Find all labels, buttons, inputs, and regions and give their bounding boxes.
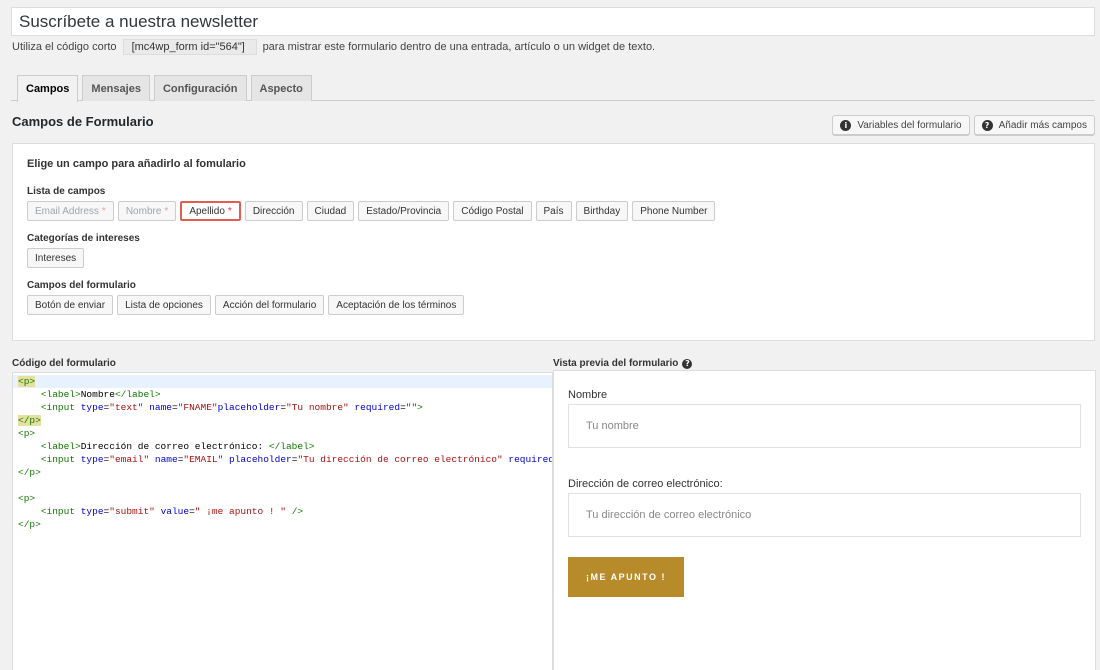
code-line: <label>Dirección de correo electrónico: … (40, 441, 315, 452)
section-title: Campos de Formulario (12, 114, 154, 129)
field-chooser-panel: Elige un campo para añadirlo al fomulari… (12, 143, 1095, 341)
code-line: </p> (18, 467, 41, 478)
field-button-nombre[interactable]: Nombre * (117, 201, 177, 221)
form-fields-list: Botón de enviar Lista de opciones Acción… (27, 295, 1080, 315)
required-asterisk: * (101, 205, 106, 217)
code-label: Código del formulario (12, 358, 116, 369)
field-button-intereses[interactable]: Intereses (27, 248, 85, 268)
form-variables-button[interactable]: i Variables del formulario (832, 115, 970, 135)
add-more-fields-button[interactable]: ? Añadir más campos (973, 115, 1095, 135)
code-line: </p> (18, 519, 41, 530)
code-line: <input type="text" name="FNAME"placehold… (40, 402, 423, 413)
section-actions: i Variables del formulario ? Añadir más … (832, 115, 1095, 135)
preview-label: Vista previa del formulario (553, 358, 679, 369)
required-asterisk: * (227, 205, 232, 217)
preview-name-input[interactable]: Tu nombre (568, 404, 1081, 448)
field-button-label: Email Address (35, 205, 99, 217)
form-code-editor[interactable]: <p> <label>Nombre</label> <input type="t… (12, 372, 553, 670)
panel-heading: Elige un campo para añadirlo al fomulari… (27, 158, 246, 170)
question-icon: ? (981, 119, 993, 131)
form-fields-label: Campos del formulario (27, 280, 136, 291)
field-button-form-action[interactable]: Acción del formulario (214, 295, 325, 315)
required-asterisk: * (164, 205, 169, 217)
code-line: </p> (18, 415, 41, 426)
shortcode-prefix: Utiliza el código corto (12, 41, 117, 53)
shortcode-suffix: para mistrar este formulario dentro de u… (262, 41, 656, 53)
preview-submit-button[interactable]: ¡ME APUNTO ! (568, 557, 684, 597)
code-line: <input type="submit" value=" ¡me apunto … (40, 506, 304, 517)
field-button-estado-provincia[interactable]: Estado/Provincia (358, 201, 450, 221)
field-button-email-address[interactable]: Email Address * (27, 201, 114, 221)
tab-configuracion[interactable]: Configuración (153, 75, 247, 101)
code-line: <p> (13, 375, 552, 388)
shortcode-row: Utiliza el código corto [mc4wp_form id="… (12, 38, 655, 56)
interests-list: Intereses (27, 248, 1080, 268)
code-line: <p> (18, 493, 36, 504)
field-button-label: Apellido (189, 205, 225, 217)
tab-aspecto[interactable]: Aspecto (250, 75, 312, 101)
field-button-codigo-postal[interactable]: Código Postal (453, 201, 532, 221)
field-button-submit[interactable]: Botón de enviar (27, 295, 114, 315)
tab-campos[interactable]: Campos (17, 75, 79, 102)
preview-email-label: Dirección de correo electrónico: (568, 478, 723, 490)
field-button-label: Nombre (125, 205, 162, 217)
code-line: <p> (18, 428, 36, 439)
tab-bar: Campos Mensajes Configuración Aspecto (11, 75, 1095, 102)
code-line: <label>Nombre</label> (40, 389, 161, 400)
interests-label: Categorías de intereses (27, 233, 140, 244)
field-list: Email Address * Nombre * Apellido * Direcci… (27, 201, 1080, 221)
field-button-choices[interactable]: Lista de opciones (117, 295, 211, 315)
form-variables-label: Variables del formulario (857, 119, 962, 131)
add-more-fields-label: Añadir más campos (998, 119, 1087, 131)
help-icon[interactable]: ? (682, 358, 693, 369)
form-title-input[interactable]: Suscríbete a nuestra newsletter (11, 7, 1095, 36)
shortcode-input[interactable]: [mc4wp_form id="564"] (122, 39, 257, 55)
field-list-label: Lista de campos (27, 186, 106, 197)
preview-label-row: Vista previa del formulario ? (553, 358, 693, 369)
field-button-apellido[interactable]: Apellido * (180, 201, 241, 221)
code-line: <input type="email" name="EMAIL" placeho… (40, 454, 553, 465)
preview-email-input[interactable]: Tu dirección de correo electrónico (568, 493, 1081, 537)
field-button-terms[interactable]: Aceptación de los términos (328, 295, 465, 315)
field-button-pais[interactable]: País (535, 201, 572, 221)
form-preview: Nombre Tu nombre Dirección de correo ele… (553, 370, 1096, 670)
field-button-birthday[interactable]: Birthday (575, 201, 629, 221)
preview-name-label: Nombre (568, 389, 608, 401)
field-button-ciudad[interactable]: Ciudad (306, 201, 355, 221)
field-button-phone-number[interactable]: Phone Number (632, 201, 716, 221)
tab-mensajes[interactable]: Mensajes (82, 75, 150, 101)
info-icon: i (840, 119, 852, 131)
field-button-direccion[interactable]: Dirección (244, 201, 303, 221)
